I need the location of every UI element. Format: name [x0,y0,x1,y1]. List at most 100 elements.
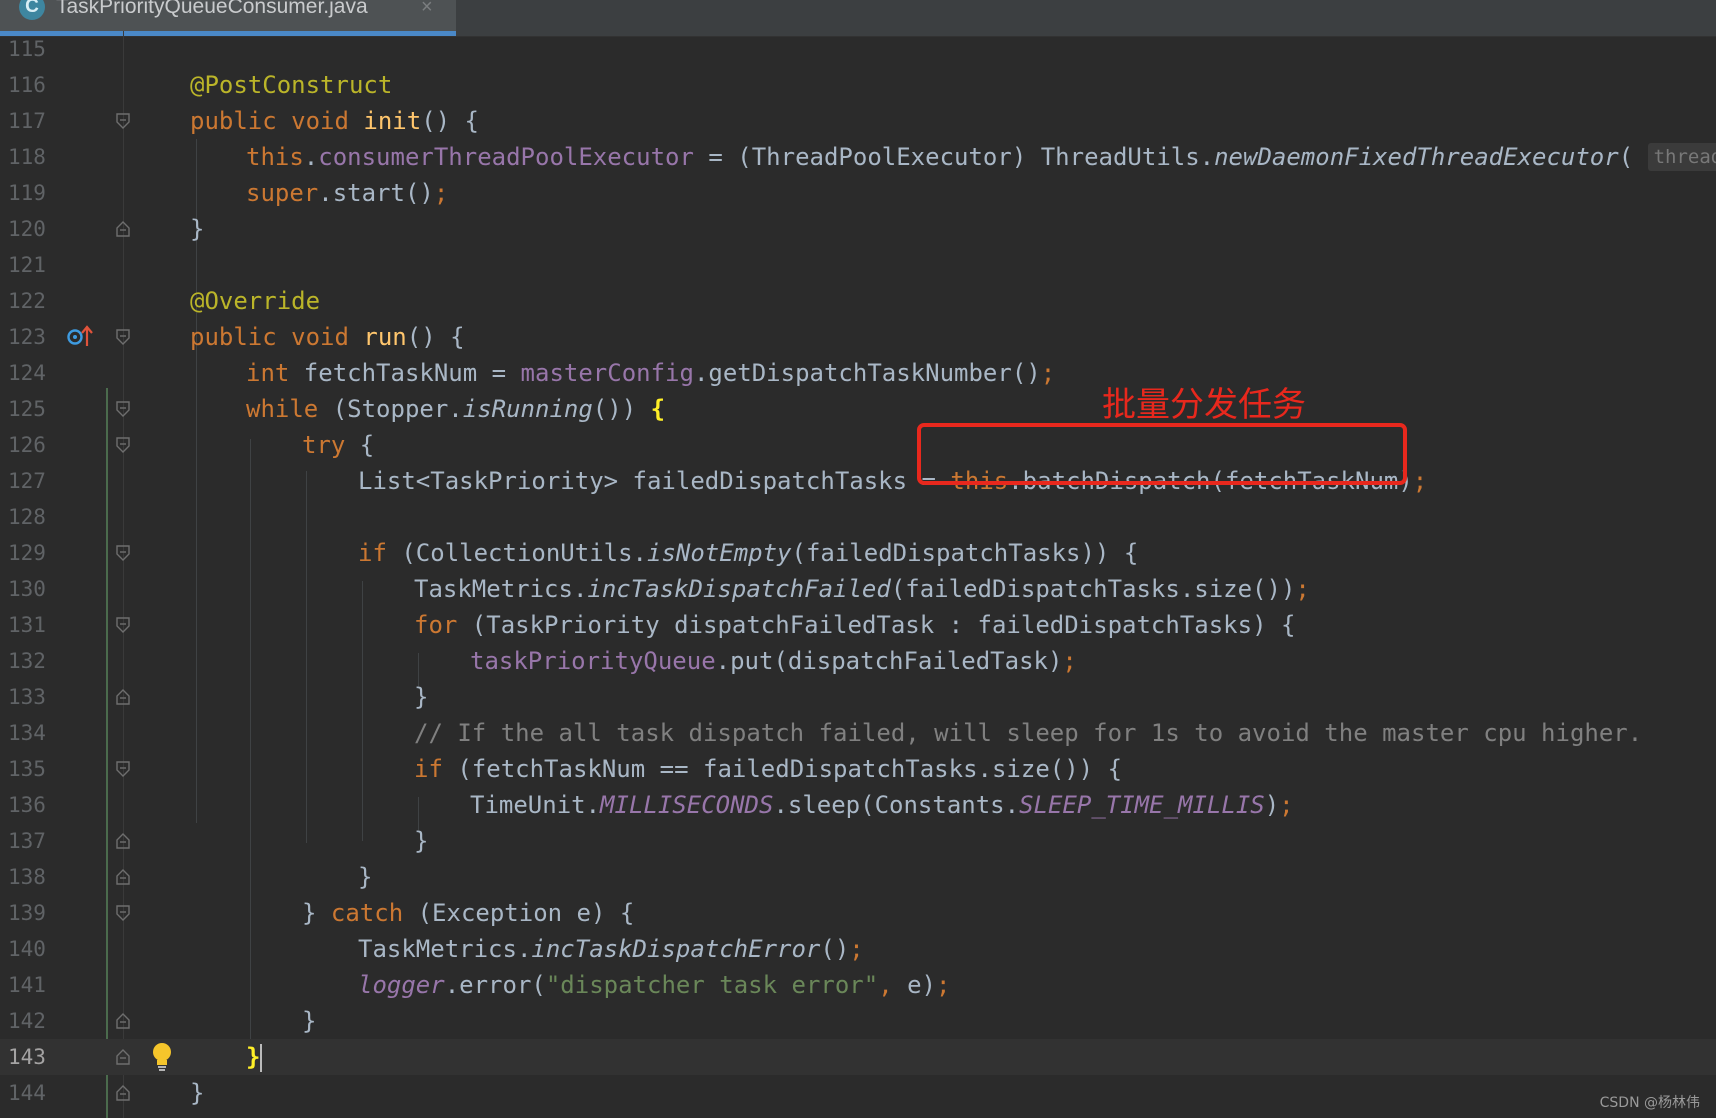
code-line: 126 try { [0,427,1716,463]
code-text: TaskMetrics.incTaskDispatchFailed(failed… [414,575,1310,603]
code-text: super.start(); [246,179,449,207]
code-line: 116 @PostConstruct [0,67,1716,103]
line-number: 117 [8,109,46,133]
fold-marker-icon[interactable] [116,1013,130,1029]
line-number: 116 [8,73,46,97]
code-line: 115 [0,31,1716,67]
fold-marker-icon[interactable] [116,113,130,129]
code-line: 117 public void init() { [0,103,1716,139]
java-class-icon: C [19,0,45,20]
line-number: 127 [8,469,46,493]
line-number: 121 [8,253,46,277]
code-text: taskPriorityQueue.put(dispatchFailedTask… [470,647,1077,675]
code-line: 124 int fetchTaskNum = masterConfig.getD… [0,355,1716,391]
watermark: CSDN @杨林伟 [1599,1095,1700,1111]
tab-title: TaskPriorityQueueConsumer.java [56,0,368,18]
code-line: 134 // If the all task dispatch failed, … [0,715,1716,751]
annotation-label: 批量分发任务 [1102,385,1306,425]
code-text: try { [302,431,375,459]
code-text: } [414,683,429,711]
line-number: 141 [8,973,46,997]
line-number: 133 [8,685,46,709]
code-line: 122 @Override [0,283,1716,319]
code-text: } [190,1079,205,1107]
line-number: 135 [8,757,46,781]
code-line: 140 TaskMetrics.incTaskDispatchError(); [0,931,1716,967]
line-number: 140 [8,937,46,961]
code-line: 133 } [0,679,1716,715]
line-number: 132 [8,649,46,673]
code-line: 125 while (Stopper.isRunning()) { [0,391,1716,427]
line-number: 125 [8,397,46,421]
line-number: 139 [8,901,46,925]
code-text: } [414,827,429,855]
code-text: TimeUnit.MILLISECONDS.sleep(Constants.SL… [470,791,1294,819]
code-line: 128 [0,499,1716,535]
line-number: 130 [8,577,46,601]
code-text: public void init() { [190,107,479,135]
code-line: 127 List<TaskPriority> failedDispatchTas… [0,463,1716,499]
code-line: 135 if (fetchTaskNum == failedDispatchTa… [0,751,1716,787]
code-line: 132 taskPriorityQueue.put(dispatchFailed… [0,643,1716,679]
fold-marker-icon[interactable] [116,905,130,921]
override-arrow-icon[interactable] [66,324,94,348]
fold-marker-icon[interactable] [116,221,130,237]
code-line: 136 TimeUnit.MILLISECONDS.sleep(Constant… [0,787,1716,823]
code-line: 137 } [0,823,1716,859]
code-text: } [246,1043,263,1072]
code-text: public void run() { [190,323,465,351]
code-line: 123 public void run() { [0,319,1716,355]
code-line: 119 super.start(); [0,175,1716,211]
line-number: 137 [8,829,46,853]
code-line: 142 } [0,1003,1716,1039]
line-number: 136 [8,793,46,817]
code-text: this.consumerThreadPoolExecutor = (Threa… [246,139,1716,175]
highlight-box [917,423,1407,485]
code-text: if (CollectionUtils.isNotEmpty(failedDis… [358,539,1139,567]
code-text: logger.error("dispatcher task error", e)… [358,971,951,999]
line-number: 128 [8,505,46,529]
code-line: 138 } [0,859,1716,895]
code-line: 131 for (TaskPriority dispatchFailedTask… [0,607,1716,643]
line-number: 144 [8,1081,46,1105]
code-line: 120 } [0,211,1716,247]
lightbulb-icon[interactable] [150,1041,174,1073]
fold-marker-icon[interactable] [116,689,130,705]
line-number: 138 [8,865,46,889]
line-number: 134 [8,721,46,745]
line-number: 118 [8,145,46,169]
fold-marker-icon[interactable] [116,401,130,417]
fold-marker-icon[interactable] [116,761,130,777]
line-number: 123 [8,325,46,349]
code-line: 118 this.consumerThreadPoolExecutor = (T… [0,139,1716,175]
code-line-current: 143 } [0,1039,1716,1075]
fold-marker-icon[interactable] [116,869,130,885]
code-text: for (TaskPriority dispatchFailedTask : f… [414,611,1296,639]
text-caret [260,1044,263,1072]
code-text: if (fetchTaskNum == failedDispatchTasks.… [414,755,1123,783]
code-editor[interactable]: 115 116 @PostConstruct 117 public void i… [0,31,1716,1118]
line-number: 142 [8,1009,46,1033]
code-text: while (Stopper.isRunning()) { [246,395,666,423]
line-number: 126 [8,433,46,457]
fold-marker-icon[interactable] [116,437,130,453]
close-icon[interactable]: × [421,0,433,20]
fold-marker-icon[interactable] [116,329,130,345]
line-number: 119 [8,181,46,205]
fold-marker-icon[interactable] [116,617,130,633]
fold-marker-icon[interactable] [116,833,130,849]
fold-marker-icon[interactable] [116,1049,130,1065]
fold-marker-icon[interactable] [116,1085,130,1101]
code-text: } [358,863,373,891]
parameter-hint: threadNam [1647,143,1716,171]
line-number: 143 [8,1045,46,1069]
fold-marker-icon[interactable] [116,545,130,561]
code-line: 121 [0,247,1716,283]
code-line: 144 } [0,1075,1716,1111]
code-line: 129 if (CollectionUtils.isNotEmpty(faile… [0,535,1716,571]
code-line: 141 logger.error("dispatcher task error"… [0,967,1716,1003]
code-text: TaskMetrics.incTaskDispatchError(); [358,935,864,963]
line-number: 115 [8,37,46,61]
line-number: 124 [8,361,46,385]
code-text: int fetchTaskNum = masterConfig.getDispa… [246,359,1056,387]
